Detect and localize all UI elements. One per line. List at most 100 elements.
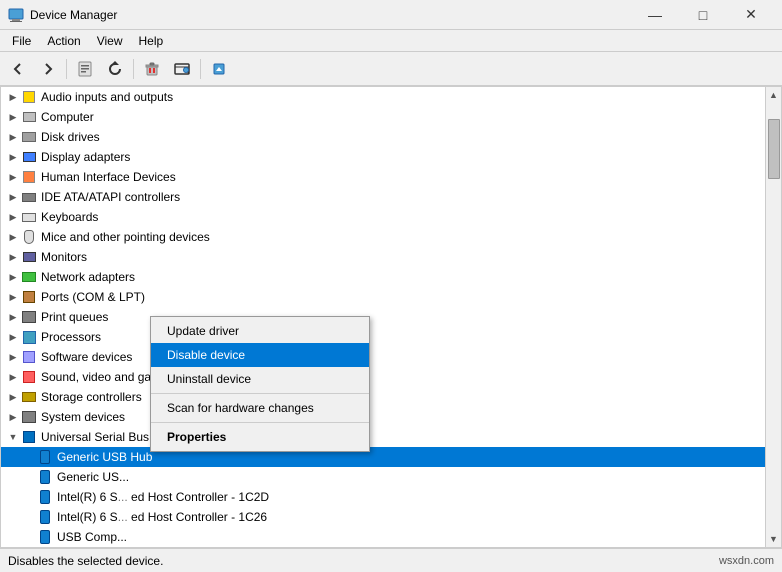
context-menu-disable-device[interactable]: Disable device xyxy=(151,343,369,367)
network-icon xyxy=(21,269,37,285)
uninstall-button[interactable] xyxy=(138,55,166,83)
tree-item-storage[interactable]: Storage controllers xyxy=(1,387,765,407)
tree-item-usb-generic1[interactable]: Generic USB Hub xyxy=(1,447,765,467)
tree-item-usb[interactable]: Universal Serial Bus controllers xyxy=(1,427,765,447)
tree-label-mice: Mice and other pointing devices xyxy=(41,230,210,244)
usb-dev-icon-3 xyxy=(37,489,53,505)
maximize-button[interactable]: □ xyxy=(680,0,726,30)
tree-arrow-system[interactable] xyxy=(5,409,21,425)
menu-file[interactable]: File xyxy=(4,32,39,50)
ports-icon xyxy=(21,289,37,305)
tree-label-print: Print queues xyxy=(41,310,108,324)
context-menu-sep-1 xyxy=(151,393,369,394)
tree-arrow-storage[interactable] xyxy=(5,389,21,405)
scan-button[interactable] xyxy=(168,55,196,83)
menu-action[interactable]: Action xyxy=(39,32,88,50)
tree-item-usb-comp[interactable]: USB Comp... xyxy=(1,527,765,547)
menu-view[interactable]: View xyxy=(89,32,131,50)
tree-label-keyboard: Keyboards xyxy=(41,210,98,224)
tree-item-usb-intel2[interactable]: Intel(R) 6 S... ed Host Controller - 1C2… xyxy=(1,507,765,527)
tree-arrow-ports[interactable] xyxy=(5,289,21,305)
device-tree[interactable]: Audio inputs and outputs Computer Disk d… xyxy=(0,86,782,548)
tree-label-system: System devices xyxy=(41,410,125,424)
scrollbar[interactable]: ▲ ▼ xyxy=(765,87,781,547)
tree-item-usb-intel1[interactable]: Intel(R) 6 S... ed Host Controller - 1C2… xyxy=(1,487,765,507)
tree-item-network[interactable]: Network adapters xyxy=(1,267,765,287)
context-menu-update-driver[interactable]: Update driver xyxy=(151,319,369,343)
tree-arrow-computer[interactable] xyxy=(5,109,21,125)
tree-arrow-sound[interactable] xyxy=(5,369,21,385)
tree-arrow-proc[interactable] xyxy=(5,329,21,345)
tree-item-sound[interactable]: Sound, video and game controllers xyxy=(1,367,765,387)
tree-item-audio[interactable]: Audio inputs and outputs xyxy=(1,87,765,107)
tree-arrow-monitors[interactable] xyxy=(5,249,21,265)
forward-button[interactable] xyxy=(34,55,62,83)
tree-arrow-soft[interactable] xyxy=(5,349,21,365)
tree-item-ide[interactable]: IDE ATA/ATAPI controllers xyxy=(1,187,765,207)
refresh-button[interactable] xyxy=(101,55,129,83)
context-menu: Update driver Disable device Uninstall d… xyxy=(150,316,370,452)
scroll-thumb[interactable] xyxy=(768,119,780,179)
tree-label-proc: Processors xyxy=(41,330,101,344)
tree-arrow-usb-intel2 xyxy=(21,509,37,525)
monitors-icon xyxy=(21,249,37,265)
tree-arrow-disk[interactable] xyxy=(5,129,21,145)
tree-arrow-mice[interactable] xyxy=(5,229,21,245)
tree-label-usb-intel1: Intel(R) 6 S... ed Host Controller - 1C2… xyxy=(57,490,269,504)
tree-label-display: Display adapters xyxy=(41,150,130,164)
tree-item-print[interactable]: Print queues xyxy=(1,307,765,327)
minimize-button[interactable]: — xyxy=(632,0,678,30)
back-button[interactable] xyxy=(4,55,32,83)
close-button[interactable]: ✕ xyxy=(728,0,774,30)
usb-dev-icon-5 xyxy=(37,529,53,545)
tree-item-usb-generic2[interactable]: Generic US... xyxy=(1,467,765,487)
tree-arrow-usb[interactable] xyxy=(5,429,21,445)
tree-label-monitors: Monitors xyxy=(41,250,87,264)
toolbar-sep-2 xyxy=(133,59,134,79)
tree-label-hid: Human Interface Devices xyxy=(41,170,176,184)
tree-item-system[interactable]: System devices xyxy=(1,407,765,427)
tree-item-disk[interactable]: Disk drives xyxy=(1,127,765,147)
sound-icon xyxy=(21,369,37,385)
properties-button[interactable] xyxy=(71,55,99,83)
scroll-up-arrow[interactable]: ▲ xyxy=(766,87,782,103)
tree-label-ide: IDE ATA/ATAPI controllers xyxy=(41,190,180,204)
tree-arrow-keyboard[interactable] xyxy=(5,209,21,225)
tree-label-storage: Storage controllers xyxy=(41,390,142,404)
window-title: Device Manager xyxy=(30,8,632,22)
context-menu-properties[interactable]: Properties xyxy=(151,425,369,449)
soft-icon xyxy=(21,349,37,365)
tree-arrow-hid[interactable] xyxy=(5,169,21,185)
usb-dev-icon-4 xyxy=(37,509,53,525)
print-icon xyxy=(21,309,37,325)
storage-icon xyxy=(21,389,37,405)
toolbar-sep-3 xyxy=(200,59,201,79)
tree-arrow-network[interactable] xyxy=(5,269,21,285)
scroll-down-arrow[interactable]: ▼ xyxy=(766,531,782,547)
tree-item-ports[interactable]: Ports (COM & LPT) xyxy=(1,287,765,307)
proc-icon xyxy=(21,329,37,345)
tree-arrow-audio[interactable] xyxy=(5,89,21,105)
tree-item-keyboard[interactable]: Keyboards xyxy=(1,207,765,227)
tree-item-mice[interactable]: Mice and other pointing devices xyxy=(1,227,765,247)
tree-arrow-print[interactable] xyxy=(5,309,21,325)
audio-icon xyxy=(21,89,37,105)
disk-icon xyxy=(21,129,37,145)
ide-icon xyxy=(21,189,37,205)
context-menu-uninstall-device[interactable]: Uninstall device xyxy=(151,367,369,391)
context-menu-sep-2 xyxy=(151,422,369,423)
menu-help[interactable]: Help xyxy=(131,32,172,50)
display-icon xyxy=(21,149,37,165)
tree-item-monitors[interactable]: Monitors xyxy=(1,247,765,267)
tree-item-soft[interactable]: Software devices xyxy=(1,347,765,367)
update-driver-button[interactable] xyxy=(205,55,233,83)
tree-arrow-display[interactable] xyxy=(5,149,21,165)
context-menu-scan[interactable]: Scan for hardware changes xyxy=(151,396,369,420)
tree-scroll-area[interactable]: Audio inputs and outputs Computer Disk d… xyxy=(1,87,765,547)
tree-arrow-ide[interactable] xyxy=(5,189,21,205)
system-icon xyxy=(21,409,37,425)
tree-item-proc[interactable]: Processors xyxy=(1,327,765,347)
tree-item-computer[interactable]: Computer xyxy=(1,107,765,127)
tree-item-hid[interactable]: Human Interface Devices xyxy=(1,167,765,187)
tree-item-display[interactable]: Display adapters xyxy=(1,147,765,167)
